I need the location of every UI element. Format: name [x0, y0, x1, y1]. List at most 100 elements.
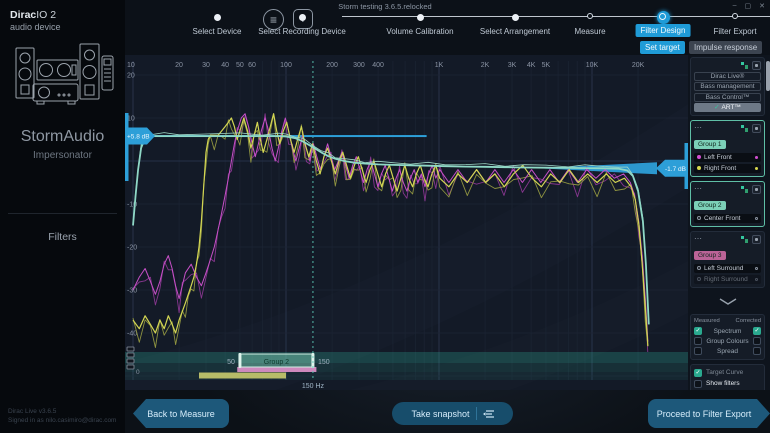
channel-label: Right Front: [704, 165, 736, 172]
chevron-down-icon: [718, 298, 738, 305]
channel-label: Center Front: [704, 215, 741, 222]
speaker-set-illustration: [12, 36, 114, 116]
app-version-info: Dirac Live v3.6.5 Signed in as nilo.casi…: [8, 407, 116, 425]
tab-impulse-response[interactable]: Impulse response: [689, 41, 762, 54]
x-tick-label: 30: [202, 62, 210, 69]
checkbox[interactable]: ✓: [753, 327, 761, 335]
matrix-row-spectrum: ✓Spectrum✓: [694, 326, 761, 336]
close-button[interactable]: ✕: [759, 2, 765, 10]
channel-label: Left Surround: [704, 265, 743, 272]
channel-row-left-surround[interactable]: Left Surround: [694, 264, 761, 274]
checkbox[interactable]: [694, 380, 702, 388]
menu-icon: ≡: [270, 13, 277, 27]
channel-row-center-front[interactable]: Center Front: [694, 214, 761, 224]
slider-handle-left[interactable]: [238, 353, 241, 368]
processing-item-dirac-live-[interactable]: Dirac Live®: [694, 72, 761, 81]
x-tick-label: 5K: [542, 62, 551, 69]
x-tick-label: 10: [127, 62, 135, 69]
tab-set-target[interactable]: Set target: [640, 41, 685, 54]
equalizer-icon: [740, 185, 749, 194]
channel-label: Right Surround: [704, 276, 748, 283]
processing-item-bass-control-[interactable]: Bass Control™: [694, 93, 761, 102]
processing-item-art-[interactable]: ✓ART™: [694, 103, 761, 112]
step-label-select-recording-device[interactable]: Select Recording Device: [242, 27, 362, 36]
step-dot-volume-calibration[interactable]: [417, 14, 424, 21]
y-tick-label: 20: [127, 73, 135, 80]
matrix-row-group-colours: Group Colours: [694, 336, 761, 346]
channel-row-right-surround[interactable]: Right Surround: [694, 275, 761, 285]
slider-handle-right[interactable]: [311, 353, 314, 368]
button-divider: [476, 407, 477, 420]
step-label-measure[interactable]: Measure: [530, 27, 650, 36]
band-handle-stack[interactable]: [127, 365, 134, 369]
step-dot-filter-design[interactable]: [657, 11, 670, 24]
step-dot-measure[interactable]: [587, 13, 593, 19]
frequency-response-chart[interactable]: 1020304050601002003004001K2K3K4K5K10K20K…: [125, 55, 688, 390]
back-to-measure-button[interactable]: Back to Measure: [133, 399, 229, 428]
bass-range-bar[interactable]: [199, 373, 286, 379]
x-tick-label: 50: [236, 62, 244, 69]
slider-max-label: 150: [318, 359, 330, 366]
solo-button[interactable]: [752, 235, 761, 244]
matrix-col-measured: Measured: [694, 318, 720, 324]
solo-button[interactable]: [752, 185, 761, 194]
bass-range-bar[interactable]: [237, 367, 316, 372]
checkbox[interactable]: [694, 347, 702, 355]
logo-subtitle: audio device: [10, 22, 61, 33]
checkbox[interactable]: ✓: [694, 369, 702, 377]
group-chip: Group 1: [694, 140, 726, 149]
proceed-to-filter-export-button[interactable]: Proceed to Filter Export: [648, 399, 770, 428]
checkbox[interactable]: [694, 337, 702, 345]
band-handle-stack[interactable]: [127, 353, 134, 357]
group-menu-icon[interactable]: ⋯: [694, 186, 703, 192]
channel-marker: [755, 267, 759, 271]
maximize-button[interactable]: ▢: [745, 2, 752, 10]
step-dot-select-recording-device[interactable]: [299, 14, 306, 21]
left-axis-handle[interactable]: [125, 113, 129, 181]
channel-marker: [755, 217, 759, 221]
minimize-button[interactable]: –: [733, 2, 737, 10]
checkbox[interactable]: [753, 337, 761, 345]
expand-groups-button[interactable]: [690, 292, 765, 310]
group-menu-icon[interactable]: ⋯: [694, 236, 703, 242]
step-dot-select-device[interactable]: [214, 14, 221, 21]
take-snapshot-button[interactable]: Take snapshot: [392, 402, 513, 425]
proceed-button-label: Proceed to Filter Export: [657, 409, 752, 419]
processing-item-bass-management[interactable]: Bass management: [694, 82, 761, 91]
channel-marker: [755, 278, 759, 282]
step-label-filter-export[interactable]: Filter Export: [675, 27, 770, 36]
channel-row-right-front[interactable]: Right Front: [694, 164, 761, 174]
equalizer-icon: [740, 124, 749, 133]
channel-marker: [755, 156, 759, 160]
channel-row-left-front[interactable]: Left Front: [694, 153, 761, 163]
checkbox[interactable]: ✓: [694, 327, 702, 335]
band-handle-stack[interactable]: [127, 347, 134, 351]
left-flag-label: +5.8 dB: [127, 134, 150, 141]
option-row-show-filters: Show filters: [694, 378, 761, 389]
sidebar-item-filters[interactable]: Filters: [0, 231, 125, 243]
solo-button[interactable]: [752, 61, 761, 70]
step-dot-select-arrangement[interactable]: [512, 14, 519, 21]
equalizer-icon: [740, 235, 749, 244]
logo-brand: Dirac: [10, 9, 36, 21]
band-handle-stack[interactable]: [127, 359, 134, 363]
dirac-live-window: Storm testing 3.6.5.relocked – ▢ ✕ Dirac…: [0, 0, 770, 433]
checkbox[interactable]: [753, 347, 761, 355]
step-dot-filter-export[interactable]: [732, 13, 738, 19]
check-icon: ✓: [714, 104, 719, 111]
group-card-group-1[interactable]: ⋯ Group 1 Left Front Right Front: [690, 120, 765, 177]
matrix-row-label: Group Colours: [702, 338, 753, 345]
group-card-group-3[interactable]: ⋯ Group 3 Left Surround Right Surround: [690, 231, 765, 288]
version-label: Dirac Live v3.6.5: [8, 407, 116, 416]
top-bar: ≡ ? Select DeviceSelect Recording Device…: [125, 0, 770, 55]
group-card-group-2[interactable]: ⋯ Group 2 Center Front: [690, 181, 765, 227]
sidebar: DiracIO 2 audio device StormAudio Impers…: [0, 0, 125, 433]
x-tick-label: 100: [280, 62, 292, 69]
device-model: Impersonator: [0, 150, 125, 161]
scrollbar-thumb[interactable]: [766, 61, 770, 91]
group-menu-icon[interactable]: ⋯: [694, 125, 703, 131]
solo-button[interactable]: [752, 124, 761, 133]
dirac-logo: DiracIO 2 audio device: [10, 8, 61, 33]
logo-suffix: IO 2: [36, 9, 56, 21]
channel-marker: [755, 167, 759, 171]
